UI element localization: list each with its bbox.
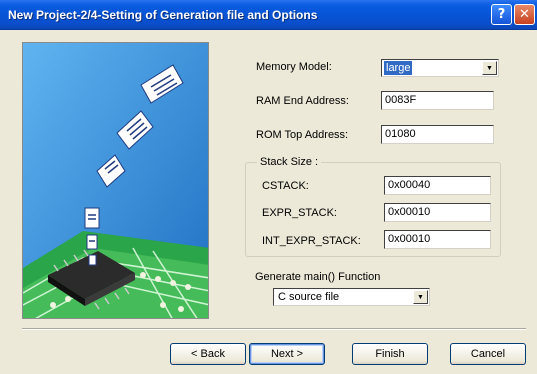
rom-top-address-input[interactable]: 01080: [381, 125, 494, 144]
memory-model-select[interactable]: large ▼: [381, 59, 499, 77]
finish-button[interactable]: Finish: [352, 343, 428, 365]
dialog-body: Memory Model: large ▼ RAM End Address: 0…: [0, 30, 537, 374]
close-button[interactable]: ✕: [514, 4, 535, 25]
wizard-illustration-graphic: [23, 43, 208, 318]
int-expr-stack-input[interactable]: 0x00010: [384, 230, 491, 249]
help-icon: ?: [497, 7, 506, 22]
generate-main-value: C source file: [278, 291, 340, 303]
memory-model-value: large: [384, 61, 413, 75]
cstack-input[interactable]: 0x00040: [384, 176, 491, 195]
button-separator: [22, 328, 526, 330]
help-button[interactable]: ?: [491, 4, 512, 25]
cstack-label: CSTACK:: [262, 180, 309, 192]
wizard-illustration: [22, 42, 209, 319]
back-button[interactable]: < Back: [170, 343, 246, 365]
ram-end-address-input[interactable]: 0083F: [381, 91, 494, 110]
cancel-button[interactable]: Cancel: [450, 343, 526, 365]
memory-model-label: Memory Model:: [256, 61, 332, 73]
title-bar[interactable]: New Project-2/4-Setting of Generation fi…: [0, 0, 537, 30]
expr-stack-input[interactable]: 0x00010: [384, 203, 491, 222]
chevron-down-icon[interactable]: ▼: [482, 61, 497, 75]
expr-stack-label: EXPR_STACK:: [262, 207, 337, 219]
rom-top-address-label: ROM Top Address:: [256, 129, 349, 141]
chevron-down-icon[interactable]: ▼: [413, 290, 428, 304]
ram-end-address-label: RAM End Address:: [256, 95, 349, 107]
generate-main-select[interactable]: C source file ▼: [273, 288, 430, 306]
stack-size-legend: Stack Size :: [257, 156, 322, 168]
next-button[interactable]: Next >: [249, 343, 325, 365]
close-icon: ✕: [519, 7, 530, 22]
window-title: New Project-2/4-Setting of Generation fi…: [8, 8, 318, 22]
int-expr-stack-label: INT_EXPR_STACK:: [262, 235, 361, 247]
generate-main-label: Generate main() Function: [255, 271, 381, 283]
